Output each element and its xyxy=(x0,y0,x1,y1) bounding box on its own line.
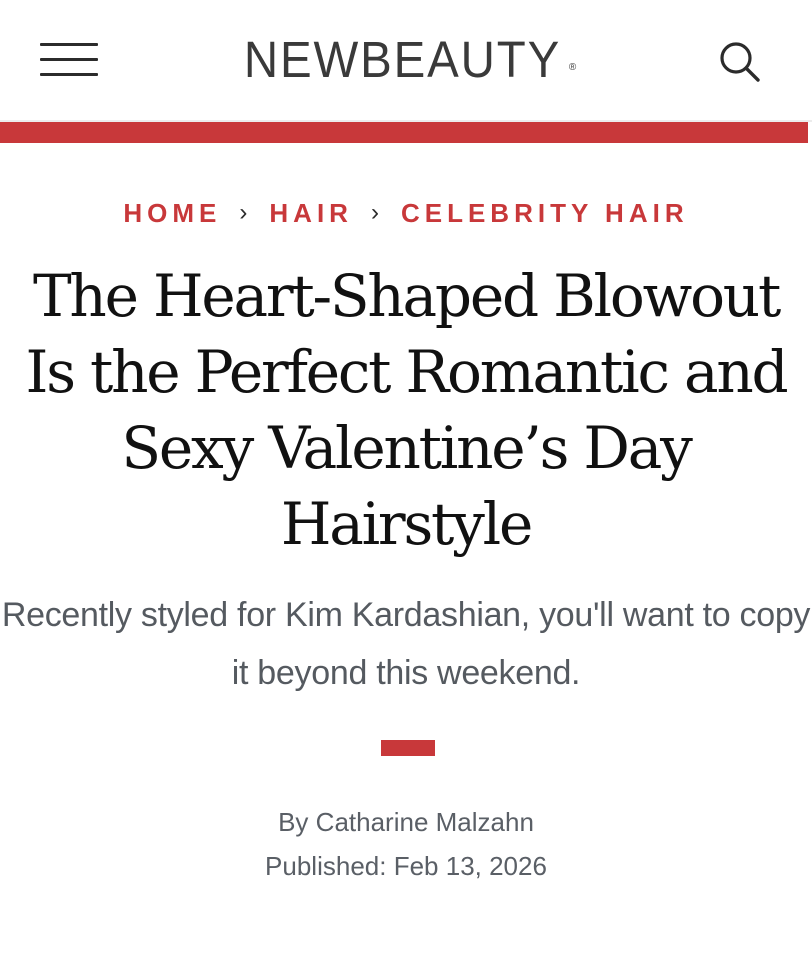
breadcrumb-separator: › xyxy=(239,199,248,226)
published-label: Published: xyxy=(265,851,387,881)
search-icon-graphic xyxy=(720,42,760,82)
breadcrumb-celebrity-hair[interactable]: CELEBRITY HAIR xyxy=(401,198,689,228)
logo-text: NEWBEAUTY xyxy=(243,31,561,88)
breadcrumb-separator: › xyxy=(370,199,379,226)
breadcrumb-hair[interactable]: HAIR xyxy=(269,198,353,228)
site-header: NEWBEAUTY ® xyxy=(0,0,812,122)
article-dek: Recently styled for Kim Kardashian, you'… xyxy=(1,596,811,692)
search-icon[interactable] xyxy=(716,38,764,86)
accent-rule xyxy=(0,122,808,143)
byline: By Catharine Malzahn xyxy=(0,804,812,840)
site-logo[interactable]: NEWBEAUTY ® xyxy=(0,30,812,90)
breadcrumb: HOME › HAIR › CELEBRITY HAIR xyxy=(0,196,812,232)
author-link[interactable]: Catharine Malzahn xyxy=(316,807,534,837)
article-page: NEWBEAUTY ® HOME › HAIR › CELEBRITY HAIR The … xyxy=(0,0,812,968)
published-date: Published: Feb 13, 2026 xyxy=(0,848,812,884)
accent-divider xyxy=(381,740,435,756)
breadcrumb-home[interactable]: HOME xyxy=(123,198,221,228)
registered-mark: ® xyxy=(568,62,577,73)
article-headline: The Heart-Shaped Blowout Is the Perfect … xyxy=(25,262,789,558)
published-value: Feb 13, 2026 xyxy=(393,851,547,881)
byline-prefix: By xyxy=(278,807,309,837)
